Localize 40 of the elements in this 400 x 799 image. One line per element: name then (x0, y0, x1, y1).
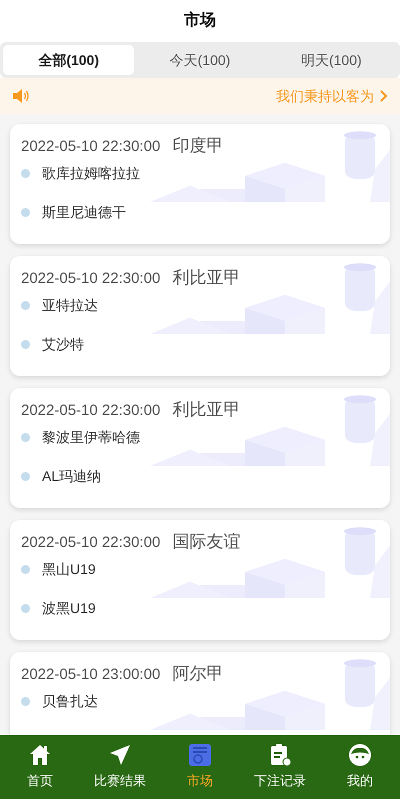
filter-tab[interactable]: 今天(100) (134, 45, 266, 75)
match-time: 2022-05-10 22:30:00 (21, 137, 160, 157)
paper-plane-icon (108, 743, 132, 768)
notice-text: 我们秉持以客为 (276, 86, 374, 106)
home-icon (28, 743, 52, 768)
face-icon (348, 743, 372, 768)
nav-tab[interactable]: 我的 (320, 743, 400, 791)
nav-tab[interactable]: 下注记录 (240, 743, 320, 791)
clipboard-icon (268, 743, 292, 768)
nav-tab[interactable]: 比赛结果 (80, 743, 160, 791)
nav-tab[interactable]: 首页 (0, 743, 80, 791)
match-card[interactable]: 2022-05-10 22:30:00 印度甲 歌库拉姆喀拉拉 斯里尼迪德干 (10, 124, 390, 244)
league-name: 国际友谊 (172, 531, 240, 553)
match-time: 2022-05-10 22:30:00 (21, 269, 160, 289)
team-name: AL玛迪纳 (42, 466, 102, 486)
league-name: 阿尔甲 (172, 663, 224, 685)
match-time: 2022-05-10 22:30:00 (21, 401, 160, 421)
match-card[interactable]: 2022-05-10 23:00:00 阿尔甲 贝鲁扎达 (10, 652, 390, 735)
match-card[interactable]: 2022-05-10 22:30:00 利比亚甲 亚特拉达 艾沙特 (10, 256, 390, 376)
match-time: 2022-05-10 23:00:00 (21, 665, 160, 685)
team-name: 黎波里伊蒂哈德 (42, 428, 140, 446)
team-name: 艾沙特 (42, 334, 84, 354)
team-name: 亚特拉达 (42, 296, 98, 314)
team-name: 斯里尼迪德干 (42, 202, 126, 222)
page-title: 市场 (184, 10, 216, 31)
league-name: 印度甲 (172, 135, 224, 157)
league-name: 利比亚甲 (172, 399, 240, 421)
team-name: 波黑U19 (42, 598, 96, 618)
chevron-right-icon[interactable] (380, 90, 388, 102)
filter-tab[interactable]: 明天(100) (266, 45, 397, 75)
speaker-icon (12, 88, 30, 104)
match-time: 2022-05-10 22:30:00 (21, 533, 160, 553)
match-card[interactable]: 2022-05-10 22:30:00 国际友谊 黑山U19 波黑U19 (10, 520, 390, 640)
team-name: 贝鲁扎达 (42, 692, 98, 710)
league-name: 利比亚甲 (172, 267, 240, 289)
team-name: 歌库拉姆喀拉拉 (42, 164, 140, 182)
calculator-icon (188, 743, 212, 768)
filter-tab[interactable]: 全部(100) (3, 45, 134, 75)
team-name: 黑山U19 (42, 560, 96, 578)
match-card[interactable]: 2022-05-10 22:30:00 利比亚甲 黎波里伊蒂哈德 AL玛迪纳 (10, 388, 390, 508)
